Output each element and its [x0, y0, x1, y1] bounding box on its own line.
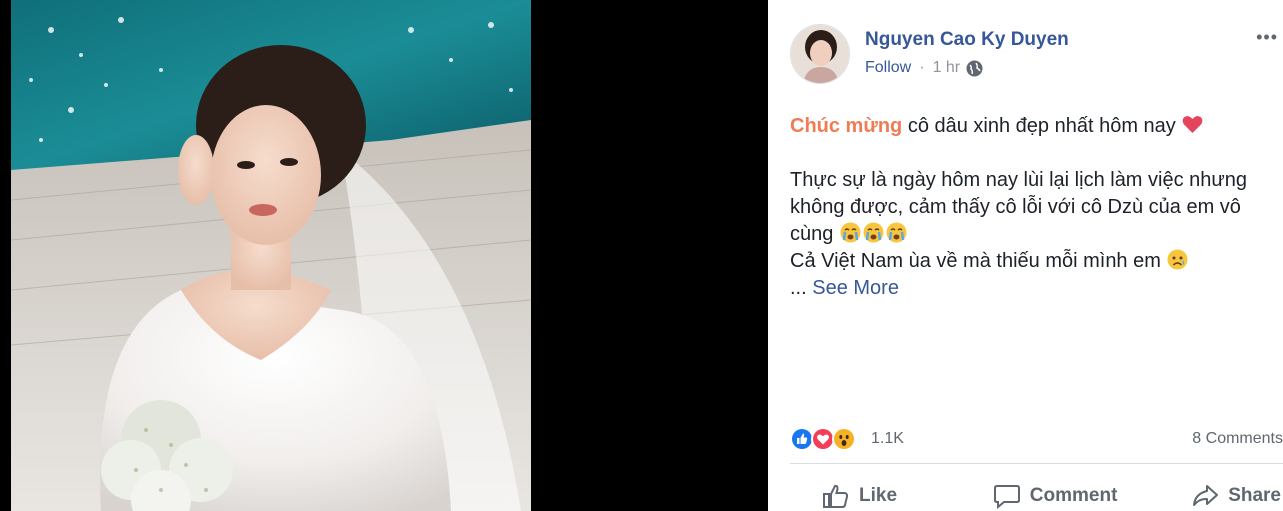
post-photo[interactable] [11, 0, 531, 511]
meta-separator: · [919, 59, 925, 76]
comment-icon [993, 483, 1021, 509]
post-line-1: Chúc mừng cô dâu xinh đẹp nhất hôm nay [790, 113, 1280, 140]
author-name[interactable]: Nguyen Cao Ky Duyen [865, 29, 1069, 51]
share-button[interactable]: Share [1191, 483, 1281, 509]
post-line-last: Cả Việt Nam ùa về mà thiếu mỗi mình em [790, 250, 1161, 272]
like-icon [822, 483, 850, 509]
more-options-button[interactable]: ••• [1256, 28, 1278, 46]
reactions-summary[interactable]: 1.1K [790, 427, 904, 451]
ellipsis: ... [790, 277, 807, 299]
like-label: Like [859, 484, 898, 506]
sad-emoji [1166, 248, 1189, 271]
comment-button[interactable]: Comment [993, 483, 1118, 509]
share-icon [1191, 483, 1219, 509]
share-label: Share [1228, 484, 1281, 506]
follow-link[interactable]: Follow [865, 59, 911, 77]
post-time[interactable]: 1 hr [933, 59, 961, 77]
reaction-count[interactable]: 1.1K [871, 430, 904, 448]
post-text: Chúc mừng cô dâu xinh đẹp nhất hôm nay T… [790, 113, 1280, 302]
actions-divider [790, 463, 1283, 464]
post-paragraph-2: Thực sự là ngày hôm nay lùi lại lịch làm… [790, 167, 1280, 302]
comment-label: Comment [1029, 484, 1118, 506]
highlight-text: Chúc mừng [790, 115, 903, 137]
crying-emoji [885, 221, 908, 244]
post-actions: Like Comment Share [790, 480, 1283, 511]
comments-count[interactable]: 8 Comments [1192, 430, 1283, 448]
avatar[interactable] [790, 24, 850, 84]
post-meta: Follow · 1 hr [865, 59, 983, 77]
wow-reaction-icon [832, 427, 856, 451]
like-button[interactable]: Like [822, 483, 897, 509]
see-more-link[interactable]: See More [812, 277, 899, 299]
crying-emoji [839, 221, 862, 244]
post-line-1-rest: cô dâu xinh đẹp nhất hôm nay [902, 115, 1176, 137]
post-stats: 1.1K 8 Comments [790, 426, 1283, 452]
post-panel: Nguyen Cao Ky Duyen Follow · 1 hr ••• Ch… [768, 0, 1283, 511]
crying-emoji [862, 221, 885, 244]
heart-emoji [1181, 113, 1204, 136]
globe-icon [966, 60, 983, 77]
